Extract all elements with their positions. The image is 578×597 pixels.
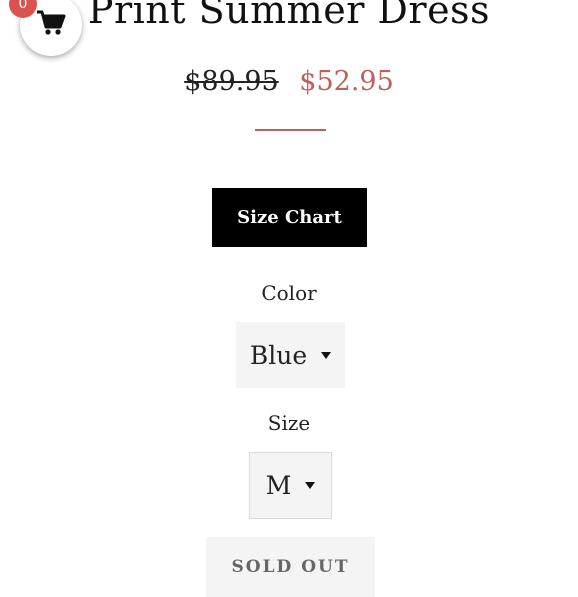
- divider: [255, 129, 326, 131]
- chevron-down-icon: [321, 351, 332, 359]
- size-select[interactable]: M: [249, 452, 332, 519]
- sold-out-button[interactable]: SOLD OUT: [206, 537, 375, 597]
- size-chart-button[interactable]: Size Chart: [212, 188, 367, 247]
- original-price: $89.95: [184, 66, 279, 97]
- product-title: Print Summer Dress: [87, 0, 491, 32]
- size-label: Size: [267, 411, 311, 435]
- cart-icon: [36, 10, 66, 40]
- size-select-value: M: [265, 471, 292, 500]
- chevron-down-icon: [305, 482, 316, 489]
- color-select-value: Blue: [249, 340, 308, 370]
- price-row: $89.95 $52.95: [0, 62, 578, 102]
- color-select[interactable]: Blue: [236, 322, 345, 388]
- color-label: Color: [261, 281, 317, 305]
- sold-out-label: SOLD OUT: [231, 557, 350, 577]
- sale-price: $52.95: [299, 66, 394, 97]
